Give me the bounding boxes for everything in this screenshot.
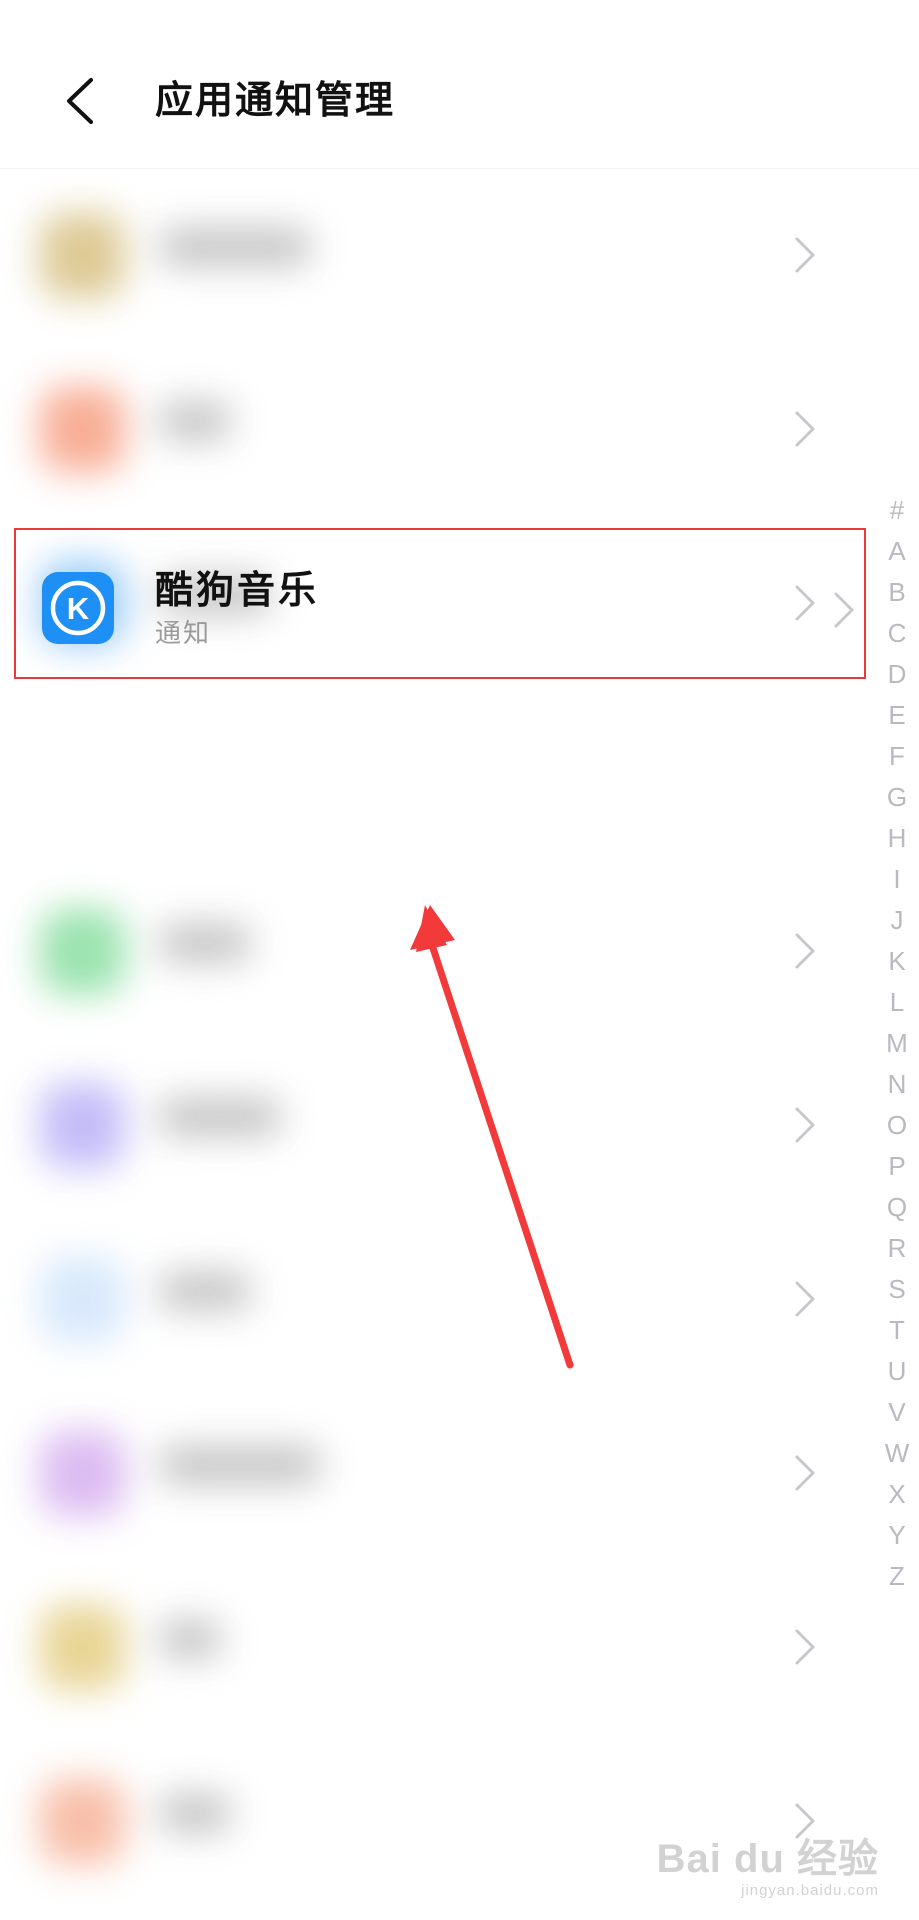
kugou-music-icon: K: [42, 572, 114, 644]
index-letter[interactable]: D: [888, 654, 907, 695]
chevron-right-icon[interactable]: [785, 929, 825, 973]
app-name: [160, 402, 230, 440]
index-letter[interactable]: F: [889, 736, 905, 777]
watermark-main: Bai du 经验: [656, 1837, 879, 1881]
index-letter[interactable]: U: [888, 1351, 907, 1392]
blurred-app-content: [0, 1212, 880, 1386]
index-letter[interactable]: T: [889, 1310, 905, 1351]
chevron-right-icon[interactable]: [785, 407, 825, 451]
app-icon: [40, 1605, 125, 1690]
app-notification-screen: 应用通知管理 K 酷狗音乐 通知 # A B C D E F G H I J K L M N O P Q R S T U V…: [0, 0, 919, 1920]
page-title: 应用通知管理: [155, 78, 396, 122]
index-letter[interactable]: M: [886, 1023, 908, 1064]
index-letter[interactable]: L: [890, 982, 904, 1023]
chevron-right-icon[interactable]: [785, 233, 825, 277]
index-letter[interactable]: P: [888, 1146, 905, 1187]
index-letter[interactable]: R: [888, 1228, 907, 1269]
list-item[interactable]: [0, 1386, 880, 1560]
app-name-kugou[interactable]: 酷狗音乐: [155, 566, 319, 614]
chevron-right-icon[interactable]: [785, 1103, 825, 1147]
list-item[interactable]: [0, 864, 880, 1038]
blurred-app-content: [0, 342, 880, 516]
app-subtitle-kugou: 通知: [155, 619, 212, 649]
index-letter[interactable]: Y: [888, 1515, 905, 1556]
index-letter[interactable]: V: [888, 1392, 905, 1433]
index-letter[interactable]: #: [890, 490, 904, 531]
back-button[interactable]: [50, 62, 110, 140]
app-icon: [40, 1779, 125, 1864]
list-item[interactable]: [0, 1038, 880, 1212]
app-list: [0, 168, 919, 1920]
app-icon: [40, 387, 125, 472]
header-bar: 应用通知管理: [0, 0, 919, 169]
index-letter[interactable]: X: [888, 1474, 905, 1515]
index-letter[interactable]: S: [888, 1269, 905, 1310]
svg-text:K: K: [67, 591, 90, 626]
blurred-app-content: [0, 864, 880, 1038]
kugou-logo-icon: K: [50, 580, 106, 636]
blurred-app-content: [0, 1386, 880, 1560]
app-icon: [40, 1257, 125, 1342]
watermark-sub: jingyan.baidu.com: [741, 1882, 879, 1899]
index-letter[interactable]: N: [888, 1064, 907, 1105]
app-icon: [40, 1431, 125, 1516]
app-name: [160, 1794, 230, 1832]
list-item[interactable]: [0, 1560, 880, 1734]
index-letter[interactable]: Q: [887, 1187, 907, 1228]
index-letter[interactable]: E: [888, 695, 905, 736]
app-name: [160, 228, 310, 266]
app-name: [160, 1272, 250, 1310]
index-letter[interactable]: I: [893, 859, 900, 900]
blurred-app-content: [0, 1038, 880, 1212]
list-item[interactable]: [0, 342, 880, 516]
index-letter[interactable]: C: [888, 613, 907, 654]
list-item[interactable]: [0, 168, 880, 342]
app-icon: [40, 909, 125, 994]
app-name: [160, 924, 250, 962]
list-item[interactable]: [0, 1212, 880, 1386]
index-letter[interactable]: A: [888, 531, 905, 572]
index-letter[interactable]: Z: [889, 1556, 905, 1597]
app-icon: [40, 1083, 125, 1168]
index-letter[interactable]: G: [887, 777, 907, 818]
blurred-app-content: [0, 1560, 880, 1734]
app-name: [160, 1446, 320, 1484]
chevron-right-icon[interactable]: [785, 1277, 825, 1321]
index-letter[interactable]: W: [885, 1433, 910, 1474]
chevron-right-icon[interactable]: [785, 1625, 825, 1669]
highlight-frame: [14, 528, 866, 679]
chevron-right-icon[interactable]: [785, 1451, 825, 1495]
baidu-watermark: Bai du 经验 jingyan.baidu.com: [657, 1836, 879, 1900]
index-letter[interactable]: B: [888, 572, 905, 613]
chevron-left-icon: [67, 78, 93, 124]
index-letter[interactable]: H: [888, 818, 907, 859]
alphabet-index[interactable]: # A B C D E F G H I J K L M N O P Q R S T U V W X Y Z: [875, 490, 919, 1597]
index-letter[interactable]: K: [888, 941, 905, 982]
chevron-right-icon[interactable]: [824, 588, 864, 632]
blurred-app-content: [0, 168, 880, 342]
app-icon: [40, 213, 125, 298]
app-name: [160, 1620, 220, 1658]
index-letter[interactable]: O: [887, 1105, 907, 1146]
app-name: [160, 1098, 280, 1136]
index-letter[interactable]: J: [891, 900, 904, 941]
